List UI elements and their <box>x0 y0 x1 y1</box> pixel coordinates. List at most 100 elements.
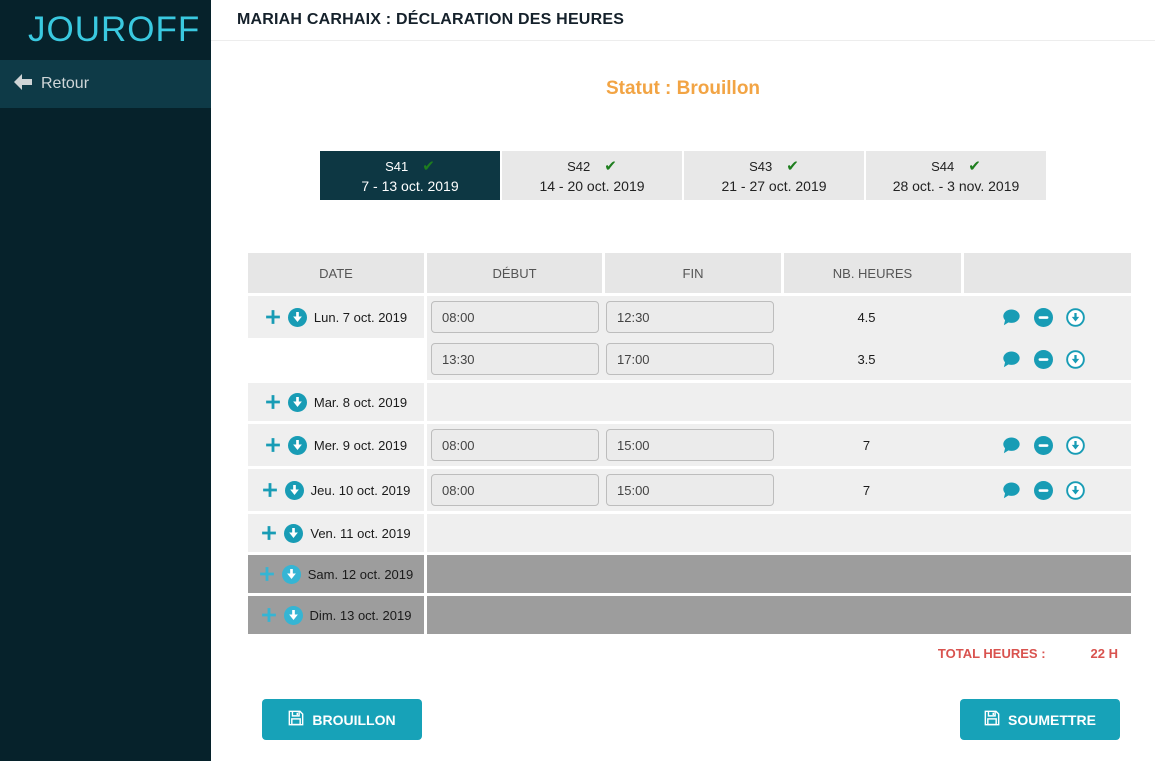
expand-day-button[interactable] <box>284 524 303 543</box>
total-hours: TOTAL HEURES : 22 H <box>211 646 1118 661</box>
end-time-input[interactable] <box>606 301 774 333</box>
comment-button[interactable] <box>1001 350 1021 369</box>
add-entry-button[interactable] <box>261 607 277 623</box>
check-icon: ✔ <box>422 157 435 175</box>
add-entry-button[interactable] <box>265 309 281 325</box>
comment-button[interactable] <box>1001 481 1021 500</box>
sidebar: JOUROFF Retour <box>0 0 211 761</box>
topbar: MARIAH CARHAIX : DÉCLARATION DES HEURES <box>211 0 1155 41</box>
expand-day-button[interactable] <box>284 606 303 625</box>
submit-button[interactable]: SOUMETTRE <box>960 699 1120 740</box>
day-entries: 4.53.5 <box>427 296 1131 380</box>
start-time-input[interactable] <box>431 429 599 461</box>
col-header-end: FIN <box>605 253 781 293</box>
tab-week-s44[interactable]: S44✔ 28 oct. - 3 nov. 2019 <box>866 151 1046 200</box>
remove-entry-button[interactable] <box>1034 308 1053 327</box>
tab-week-s42[interactable]: S42✔ 14 - 20 oct. 2019 <box>502 151 682 200</box>
week-code: S43 <box>749 159 772 174</box>
back-button[interactable]: Retour <box>0 60 211 108</box>
expand-day-button[interactable] <box>282 565 301 584</box>
day-label: Lun. 7 oct. 2019 <box>314 310 407 325</box>
expand-day-button[interactable] <box>288 436 307 455</box>
start-time-input[interactable] <box>431 474 599 506</box>
back-label: Retour <box>41 75 89 93</box>
arrow-down-circle-solid-icon <box>288 308 307 327</box>
plus-icon <box>262 482 278 498</box>
add-entry-button[interactable] <box>259 566 275 582</box>
draft-button-label: BROUILLON <box>312 712 395 728</box>
day-entries <box>427 555 1131 593</box>
week-code: S41 <box>385 159 408 174</box>
remove-entry-button[interactable] <box>1034 481 1053 500</box>
date-cell: Mer. 9 oct. 2019 <box>248 424 424 466</box>
day-label: Sam. 12 oct. 2019 <box>308 567 414 582</box>
time-entry-row: 4.5 <box>427 296 1131 338</box>
entry-actions <box>955 481 1131 500</box>
add-entry-button[interactable] <box>265 394 281 410</box>
day-label: Jeu. 10 oct. 2019 <box>311 483 411 498</box>
arrow-down-circle-solid-icon <box>285 481 304 500</box>
start-time-input[interactable] <box>431 301 599 333</box>
expand-day-button[interactable] <box>288 308 307 327</box>
day-label: Dim. 13 oct. 2019 <box>310 608 412 623</box>
hours-value: 4.5 <box>778 310 955 325</box>
day-entries <box>427 514 1131 552</box>
download-entry-button[interactable] <box>1066 350 1085 369</box>
date-cell: Ven. 11 oct. 2019 <box>248 514 424 552</box>
comment-button[interactable] <box>1001 436 1021 455</box>
check-icon: ✔ <box>786 157 799 175</box>
arrow-left-icon <box>14 74 32 95</box>
table-row: Mer. 9 oct. 20197 <box>248 424 1131 466</box>
start-time-input[interactable] <box>431 343 599 375</box>
end-time-input[interactable] <box>606 429 774 461</box>
end-cell <box>602 429 778 461</box>
download-entry-button[interactable] <box>1066 481 1085 500</box>
plus-icon <box>261 525 277 541</box>
week-code: S42 <box>567 159 590 174</box>
plus-icon <box>261 607 277 623</box>
add-entry-button[interactable] <box>262 482 278 498</box>
hours-table: DATE DÉBUT FIN NB. HEURES Lun. 7 oct. 20… <box>248 253 1131 634</box>
arrow-down-circle-solid-icon <box>282 565 301 584</box>
remove-entry-button[interactable] <box>1034 350 1053 369</box>
end-cell <box>602 343 778 375</box>
end-time-input[interactable] <box>606 343 774 375</box>
check-icon: ✔ <box>968 157 981 175</box>
check-icon: ✔ <box>604 157 617 175</box>
week-range: 7 - 13 oct. 2019 <box>361 178 458 194</box>
add-entry-button[interactable] <box>265 437 281 453</box>
arrow-down-circle-outline-icon <box>1066 436 1085 455</box>
start-cell <box>427 429 602 461</box>
arrow-down-circle-solid-icon <box>288 393 307 412</box>
draft-button[interactable]: BROUILLON <box>262 699 422 740</box>
remove-entry-button[interactable] <box>1034 436 1053 455</box>
entry-actions <box>955 350 1131 369</box>
minus-circle-icon <box>1034 436 1053 455</box>
start-cell <box>427 474 602 506</box>
comment-bubble-icon <box>1001 436 1021 455</box>
minus-circle-icon <box>1034 350 1053 369</box>
end-cell <box>602 474 778 506</box>
tab-week-s43[interactable]: S43✔ 21 - 27 oct. 2019 <box>684 151 864 200</box>
add-entry-button[interactable] <box>261 525 277 541</box>
end-time-input[interactable] <box>606 474 774 506</box>
day-entries: 7 <box>427 424 1131 466</box>
table-row: Sam. 12 oct. 2019 <box>248 555 1131 593</box>
arrow-down-circle-outline-icon <box>1066 481 1085 500</box>
expand-day-button[interactable] <box>288 393 307 412</box>
arrow-down-circle-solid-icon <box>284 606 303 625</box>
arrow-down-circle-outline-icon <box>1066 308 1085 327</box>
tab-week-s41[interactable]: S41 ✔ 7 - 13 oct. 2019 <box>320 151 500 200</box>
main-panel: MARIAH CARHAIX : DÉCLARATION DES HEURES … <box>211 0 1155 761</box>
minus-circle-icon <box>1034 308 1053 327</box>
end-cell <box>602 301 778 333</box>
col-header-start: DÉBUT <box>427 253 602 293</box>
app-logo: JOUROFF <box>0 0 211 60</box>
plus-icon <box>265 309 281 325</box>
comment-button[interactable] <box>1001 308 1021 327</box>
table-row: Jeu. 10 oct. 20197 <box>248 469 1131 511</box>
expand-day-button[interactable] <box>285 481 304 500</box>
download-entry-button[interactable] <box>1066 308 1085 327</box>
comment-bubble-icon <box>1001 308 1021 327</box>
download-entry-button[interactable] <box>1066 436 1085 455</box>
